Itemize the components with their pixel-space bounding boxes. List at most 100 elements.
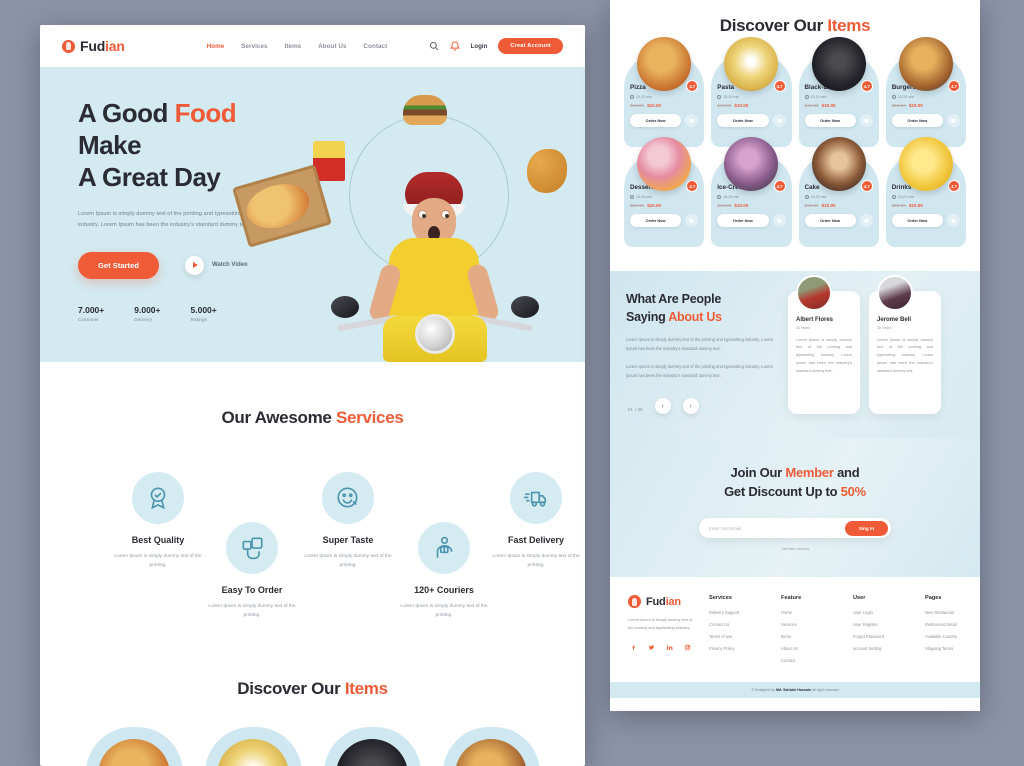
rating-badge: 4.7 <box>948 180 960 192</box>
item-card[interactable]: 4.7 Drinks 15-20 min $12.00 $10.00 Order Now <box>885 137 966 247</box>
site-logo[interactable]: Fudian <box>62 38 125 54</box>
item-card[interactable]: 4.7Black-Burgers15-20 min$12.00$10.00Ord… <box>798 37 879 147</box>
heart-icon[interactable] <box>772 113 786 127</box>
bell-icon[interactable] <box>449 41 460 51</box>
clock-icon <box>804 194 809 199</box>
footer-link[interactable]: About Us <box>781 646 837 651</box>
item-actions: Order Now <box>630 213 699 227</box>
get-started-button[interactable]: Get Started <box>78 251 159 279</box>
watch-video-control[interactable]: Watch Video <box>184 255 248 275</box>
item-card[interactable]: 4.7 Ice-Cream 15-20 min $12.00 $10.00 Order N… <box>711 137 792 247</box>
item-card[interactable]: 4.7 Pizza 15-20 min $12.00 $10.00 Order Now <box>624 37 705 147</box>
order-now-button[interactable]: Order Now <box>630 113 682 127</box>
testimonial-years: 35 Years <box>877 325 891 330</box>
items-title: Discover Our Items <box>719 16 871 35</box>
teaser-card[interactable] <box>85 727 183 766</box>
create-account-button[interactable]: Creat Account <box>498 38 563 54</box>
item-card[interactable]: 4.7 Cake 15-20 min $12.00 $10.00 Order Now <box>798 137 879 247</box>
footer-link[interactable]: Items <box>781 634 837 639</box>
footer-column-title: Pages <box>925 595 942 602</box>
service-card-fast-delivery[interactable]: Fast Delivery Lorem Ipsum is simply dumm… <box>476 472 585 570</box>
footer-link[interactable]: Terms of use <box>709 634 765 639</box>
footer-link[interactable]: User Login <box>853 610 909 615</box>
rating-badge: 4.7 <box>773 80 786 92</box>
testimonial-text: Lorem Ipsum is simply dummy text of the … <box>877 337 933 374</box>
testimonial-counter: 01/ 05 <box>628 406 643 412</box>
heart-icon[interactable] <box>859 113 873 127</box>
footer-link[interactable]: Delivery Support <box>709 610 765 615</box>
footer-link[interactable]: Privacy Policy <box>709 646 765 651</box>
rating-badge: 4.7 <box>948 80 960 92</box>
heart-icon[interactable] <box>772 213 786 227</box>
nav-item-services[interactable]: Services <box>241 43 267 50</box>
nav-item-home[interactable]: Home <box>207 43 225 50</box>
heart-icon[interactable] <box>859 213 873 227</box>
footer-link[interactable]: Contact Us <box>709 622 765 627</box>
nav-item-about-us[interactable]: About Us <box>318 43 346 50</box>
footer-link[interactable]: Shipping Terms <box>925 646 980 651</box>
item-time: 15-20 min <box>891 194 960 199</box>
footer-link[interactable]: Forgot Password <box>853 634 909 639</box>
sign-in-button[interactable]: Sing In <box>844 520 888 536</box>
teaser-card[interactable] <box>204 727 302 766</box>
heart-icon[interactable] <box>947 113 960 127</box>
item-card[interactable]: 4.7 Pasta 15-20 min $12.00 $10.00 Order Now <box>711 37 792 147</box>
teaser-card[interactable] <box>323 727 421 766</box>
footer-logo[interactable]: Fudian <box>628 595 693 609</box>
item-actions: Order Now <box>804 113 873 127</box>
twitter-icon[interactable] <box>646 642 657 653</box>
footer-link[interactable]: New Restaurant <box>925 610 980 615</box>
footer-link[interactable]: Restaurant Detail <box>925 622 980 627</box>
play-icon[interactable] <box>184 255 204 275</box>
nav-item-contact[interactable]: Contact <box>364 43 388 50</box>
footer-link[interactable]: Contact <box>781 658 837 663</box>
item-actions: Order Now <box>630 113 699 127</box>
clock-icon <box>717 94 722 99</box>
footer-link[interactable]: account Setting <box>853 646 909 651</box>
order-now-button[interactable]: Order Now <box>804 213 856 227</box>
service-name: 120+ Couriers <box>414 585 474 595</box>
rating-badge: 4.7 <box>860 80 873 92</box>
order-now-button[interactable]: Order Now <box>717 113 769 127</box>
testimonials-intro: What Are People Saying About Us Lorem Ip… <box>626 291 776 415</box>
stat-label: Ratings <box>190 316 208 322</box>
item-card[interactable]: 4.7 Burgers 15-20 min $12.00 $10.00 Order Now <box>885 37 966 147</box>
testimonial-name: Albert Flores <box>796 317 834 323</box>
item-card[interactable]: 4.7 Desserts 15-20 min $12.00 $10.00 Order No… <box>624 137 705 247</box>
search-icon[interactable] <box>429 41 439 51</box>
order-now-button[interactable]: Order Now <box>804 113 856 127</box>
chevron-left-icon[interactable]: ‹ <box>654 398 671 415</box>
login-link[interactable]: Login <box>471 43 488 50</box>
linkedin-icon[interactable] <box>664 642 675 653</box>
footer-column-services: Services Delivery Support Contact Us Terms… <box>709 595 765 670</box>
chevron-right-icon[interactable]: › <box>682 398 699 415</box>
testimonials-paragraph-1: Lorem Ipsum is simply dummy text of the … <box>626 337 773 351</box>
testimonial-card[interactable]: Albert Flores 40 Years Lorem Ipsum is si… <box>788 275 860 415</box>
heart-icon[interactable] <box>685 213 699 227</box>
footer-column-pages: Pages New Restaurant Restaurant Detail Ava… <box>925 595 980 670</box>
footer-link[interactable]: Home <box>781 610 837 615</box>
heart-icon[interactable] <box>685 113 699 127</box>
order-now-button[interactable]: Order Now <box>891 213 943 227</box>
newsletter-title: Join Our Member and Get Discount Up to 5… <box>724 465 866 500</box>
order-now-button[interactable]: Order Now <box>891 113 943 127</box>
footer-logo-text: Fudian <box>646 595 681 608</box>
food-image <box>898 137 953 191</box>
stat-customer: 7.000+ Customer <box>78 305 104 322</box>
testimonial-card[interactable]: Jerome Bell 35 Years Lorem Ipsum is simp… <box>869 275 941 415</box>
facebook-icon[interactable] <box>628 642 639 653</box>
badge-check-icon <box>132 472 184 524</box>
teaser-card[interactable] <box>442 727 540 766</box>
footer-link[interactable]: Services <box>781 622 837 627</box>
newsletter-form: Sing In <box>699 518 891 539</box>
instagram-icon[interactable] <box>682 642 693 653</box>
order-now-button[interactable]: Order Now <box>630 213 682 227</box>
footer-link[interactable]: User Register <box>853 622 909 627</box>
nav-item-items[interactable]: Items <box>285 43 302 50</box>
order-now-button[interactable]: Order Now <box>717 213 769 227</box>
footer-link[interactable]: Available Country <box>925 634 980 639</box>
delivery-truck-icon <box>510 472 562 524</box>
item-price: $12.00 $10.00 <box>891 102 923 108</box>
heart-icon[interactable] <box>947 213 960 227</box>
email-input[interactable] <box>709 525 845 531</box>
